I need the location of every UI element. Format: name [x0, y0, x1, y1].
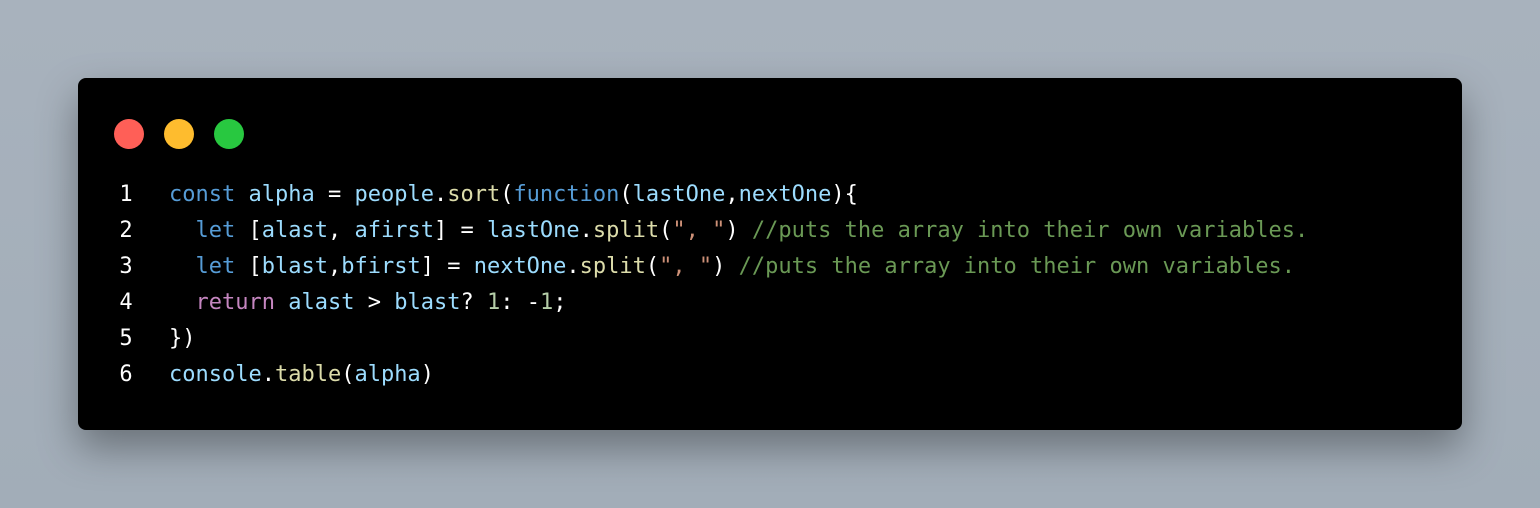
- code-token: nextOne: [473, 254, 567, 279]
- code-token: .: [261, 362, 275, 387]
- code-token: console: [169, 362, 262, 387]
- code-token: [: [235, 218, 262, 243]
- code-token: table: [274, 362, 342, 387]
- code-token: const: [169, 182, 236, 207]
- code-token: ): [725, 218, 752, 243]
- code-token: [: [235, 254, 262, 279]
- code-token: ): [420, 362, 434, 387]
- code-token: lastOne: [486, 218, 580, 243]
- code-line: 3 let [blast,bfirst] = nextOne.split(", …: [78, 249, 1462, 285]
- close-dot-icon[interactable]: [114, 119, 144, 149]
- code-token: ,: [327, 254, 342, 279]
- line-source: return alast > blast? 1: -1;: [169, 285, 567, 321]
- code-token: ;: [553, 290, 567, 315]
- code-token: sort: [447, 182, 501, 207]
- line-source: let [blast,bfirst] = nextOne.split(", ")…: [169, 249, 1295, 285]
- code-token: //puts the array into their own variable…: [751, 218, 1309, 243]
- code-token: ] =: [433, 218, 487, 243]
- code-line: 1 const alpha = people.sort(function(last…: [78, 177, 1462, 213]
- code-token: afirst: [354, 218, 434, 243]
- code-token: ", ": [659, 254, 713, 279]
- line-source: console.table(alpha): [169, 357, 434, 393]
- code-token: bfirst: [341, 254, 421, 279]
- code-token: .: [566, 254, 580, 279]
- code-token: alpha: [354, 362, 421, 387]
- code-token: .: [579, 218, 593, 243]
- code-token: return: [195, 290, 275, 315]
- code-block: 1 const alpha = people.sort(function(last…: [78, 177, 1462, 393]
- code-token: (: [645, 254, 660, 279]
- code-token: (: [341, 362, 355, 387]
- code-token: (: [619, 182, 633, 207]
- code-token: =: [314, 182, 355, 207]
- code-token: ?: [460, 290, 487, 315]
- code-token: alast: [261, 218, 328, 243]
- line-number: 3: [119, 254, 133, 279]
- code-token: alast: [288, 290, 355, 315]
- line-source: let [alast, afirst] = lastOne.split(", "…: [169, 213, 1309, 249]
- code-token: blast: [261, 254, 328, 279]
- code-token: alpha: [248, 182, 315, 207]
- code-token: ", ": [672, 218, 726, 243]
- minimize-dot-icon[interactable]: [164, 119, 194, 149]
- line-number: 2: [119, 218, 133, 243]
- code-token: (: [500, 182, 514, 207]
- line-number: 4: [119, 290, 133, 315]
- code-token: lastOne: [632, 182, 726, 207]
- code-line: 2 let [alast, afirst] = lastOne.split(",…: [78, 213, 1462, 249]
- code-token: function: [513, 182, 620, 207]
- code-token: }): [169, 326, 196, 351]
- code-token: >: [354, 290, 395, 315]
- code-line: 5}): [78, 321, 1462, 357]
- code-token: let: [195, 218, 236, 243]
- code-window: 1 const alpha = people.sort(function(last…: [78, 78, 1462, 430]
- code-token: (: [659, 218, 673, 243]
- code-token: ): [712, 254, 739, 279]
- line-number: 5: [119, 326, 133, 351]
- code-token: people: [354, 182, 434, 207]
- code-token: blast: [394, 290, 461, 315]
- line-number: 6: [119, 362, 133, 387]
- code-token: 1: [539, 290, 554, 315]
- code-token: //puts the array into their own variable…: [738, 254, 1295, 279]
- code-token: ,: [327, 218, 355, 243]
- code-token: nextOne: [738, 182, 832, 207]
- code-token: 1: [486, 290, 501, 315]
- code-token: let: [195, 254, 236, 279]
- code-token: ] =: [420, 254, 474, 279]
- code-token: split: [592, 218, 660, 243]
- maximize-dot-icon[interactable]: [214, 119, 244, 149]
- code-line: 4 return alast > blast? 1: -1;: [78, 285, 1462, 321]
- code-token: ){: [831, 182, 858, 207]
- code-token: split: [579, 254, 646, 279]
- code-token: .: [433, 182, 448, 207]
- line-source: const alpha = people.sort(function(lastO…: [169, 177, 858, 213]
- code-line: 6 console.table(alpha): [78, 357, 1462, 393]
- line-number: 1: [119, 182, 133, 207]
- line-source: }): [169, 321, 196, 357]
- code-token: ,: [725, 182, 739, 207]
- code-token: : -: [500, 290, 540, 315]
